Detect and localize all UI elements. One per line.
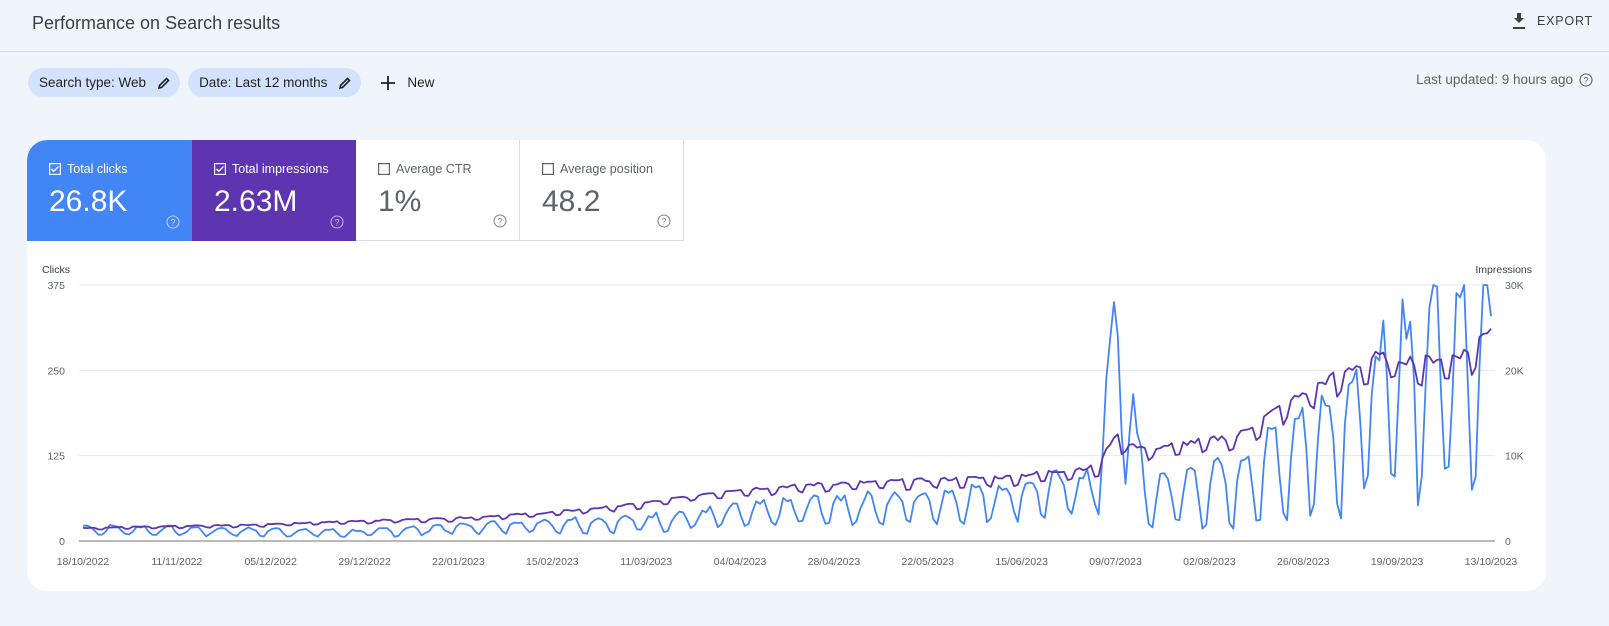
x-tick-label: 28/04/2023 [808, 556, 861, 568]
last-updated-text: Last updated: 9 hours ago [1416, 72, 1573, 87]
x-tick-label: 13/10/2023 [1465, 556, 1518, 568]
performance-chart[interactable]: 0 0 125 10K 250 20K 375 30K 18/10/2022 11/11/2022… [27, 140, 1546, 591]
performance-card: Total clicks 26.8K ? Total impressions 2… [27, 140, 1546, 591]
chip-label: Search type: Web [39, 75, 147, 90]
right-tick-label: 30K [1505, 280, 1524, 292]
export-label: EXPORT [1537, 14, 1593, 28]
new-filter-button[interactable]: New [381, 75, 434, 90]
x-tick-label: 19/09/2023 [1371, 556, 1424, 568]
export-button[interactable]: EXPORT [1511, 12, 1593, 30]
x-tick-label: 26/08/2023 [1277, 556, 1330, 568]
left-tick-label: 125 [47, 451, 65, 463]
right-tick-label: 20K [1505, 365, 1524, 377]
search-type-chip[interactable]: Search type: Web [28, 68, 181, 97]
x-tick-label: 04/04/2023 [714, 556, 767, 568]
last-updated: Last updated: 9 hours ago ? [1416, 72, 1593, 87]
x-tick-label: 09/07/2023 [1089, 556, 1142, 568]
left-tick-label: 375 [47, 280, 65, 292]
right-tick-label: 0 [1505, 536, 1511, 548]
edit-pencil-icon [158, 76, 170, 89]
page-header: Performance on Search results EXPORT [0, 0, 1609, 52]
page-title: Performance on Search results [32, 13, 281, 33]
new-filter-label: New [407, 75, 435, 90]
x-tick-label: 15/06/2023 [995, 556, 1048, 568]
x-tick-label: 05/12/2022 [244, 556, 297, 568]
left-tick-label: 0 [59, 536, 65, 548]
right-tick-label: 10K [1505, 451, 1524, 463]
impressions-series-line [82, 328, 1492, 531]
edit-pencil-icon [339, 76, 352, 89]
plus-icon [381, 75, 396, 90]
left-tick-label: 250 [47, 365, 65, 377]
filter-bar: Search type: Web Date: Last 12 months Ne… [28, 68, 434, 97]
x-tick-label: 22/01/2023 [432, 556, 485, 568]
x-tick-label: 18/10/2022 [57, 556, 110, 568]
download-icon [1513, 13, 1526, 29]
svg-text:?: ? [1583, 75, 1588, 85]
x-tick-label: 15/02/2023 [526, 556, 579, 568]
date-range-chip[interactable]: Date: Last 12 months [188, 68, 362, 97]
x-tick-label: 11/11/2022 [151, 556, 202, 568]
chip-label: Date: Last 12 months [199, 75, 328, 90]
help-icon[interactable]: ? [1579, 72, 1593, 87]
x-tick-label: 02/08/2023 [1183, 556, 1236, 568]
x-tick-label: 22/05/2023 [902, 556, 955, 568]
x-tick-label: 11/03/2023 [620, 556, 672, 568]
x-tick-label: 29/12/2022 [338, 556, 391, 568]
